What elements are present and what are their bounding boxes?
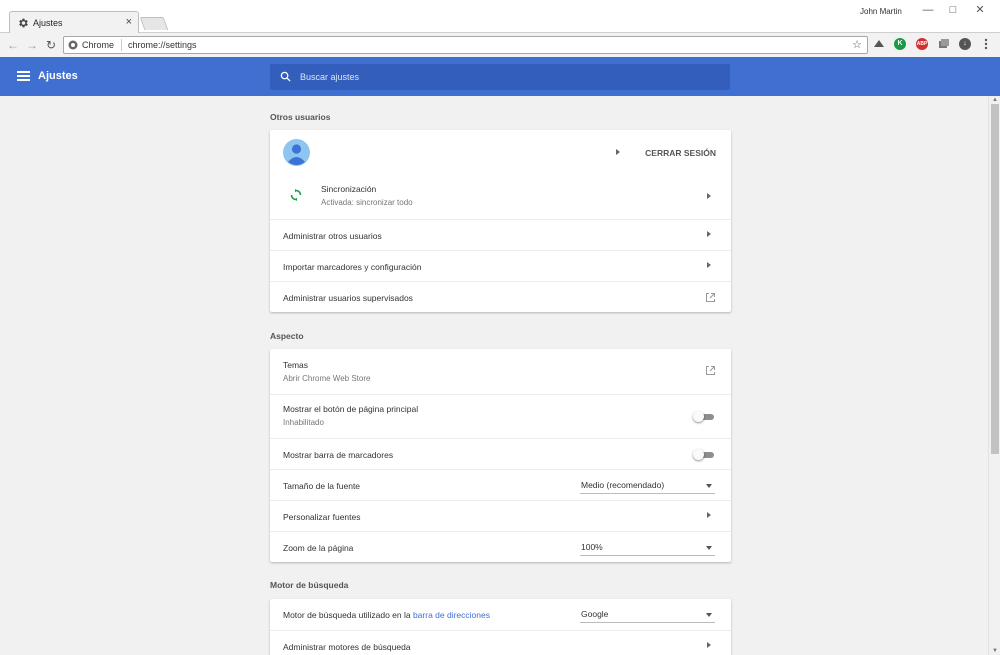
tab-ajustes[interactable]: Ajustes × <box>9 11 139 34</box>
settings-content: Otros usuarios CERRAR SESIÓN Sincronizac… <box>0 96 988 655</box>
scroll-down-icon[interactable]: ▼ <box>992 648 998 654</box>
import-bookmarks-label: Importar marcadores y configuración <box>283 262 422 272</box>
themes-row[interactable]: Temas Abrir Chrome Web Store <box>270 349 731 394</box>
search-engine-value: Google <box>581 609 609 619</box>
sync-row[interactable]: Sincronización Activada: sincronizar tod… <box>270 174 731 219</box>
forward-button[interactable]: → <box>24 36 40 54</box>
sign-out-button[interactable]: CERRAR SESIÓN <box>645 148 716 158</box>
new-tab-button[interactable] <box>139 17 169 30</box>
url-text[interactable]: chrome://settings <box>128 40 197 50</box>
bookmark-star-icon[interactable]: ☆ <box>852 38 862 51</box>
card-otros-usuarios: CERRAR SESIÓN Sincronización Activada: s… <box>270 130 731 312</box>
manage-users-label: Administrar otros usuarios <box>283 231 382 241</box>
home-button-row: Mostrar el botón de página principal Inh… <box>270 394 731 438</box>
search-engine-label: Motor de búsqueda utilizado en la barra … <box>283 610 490 620</box>
search-input[interactable] <box>300 68 720 86</box>
avatar[interactable] <box>283 139 310 166</box>
manage-engines-row[interactable]: Administrar motores de búsqueda <box>270 630 731 655</box>
zoom-value: 100% <box>581 542 603 552</box>
chevron-right-icon <box>707 262 711 268</box>
search-engine-row: Motor de búsqueda utilizado en la barra … <box>270 599 731 630</box>
download-extension-icon[interactable]: ↓ <box>959 38 971 50</box>
tab-title: Ajustes <box>33 18 63 28</box>
scheme-label: Chrome <box>82 40 115 50</box>
settings-header: Ajustes <box>0 57 1000 96</box>
font-size-select[interactable]: Medio (recomendado) <box>580 478 715 494</box>
manage-users-row[interactable]: Administrar otros usuarios <box>270 219 731 250</box>
chrome-page-icon <box>68 40 78 50</box>
dropdown-caret-icon <box>706 613 712 617</box>
close-window-button[interactable]: ✕ <box>970 2 990 18</box>
page-title: Ajustes <box>38 70 78 82</box>
reload-button[interactable]: ↻ <box>43 36 59 54</box>
import-bookmarks-row[interactable]: Importar marcadores y configuración <box>270 250 731 281</box>
supervised-users-label: Administrar usuarios supervisados <box>283 293 413 303</box>
font-size-value: Medio (recomendado) <box>581 480 665 490</box>
minimize-button[interactable]: — <box>918 2 938 18</box>
address-bar[interactable]: Chrome chrome://settings ☆ <box>63 36 868 54</box>
sync-status: Activada: sincronizar todo <box>321 198 413 207</box>
manage-engines-label: Administrar motores de búsqueda <box>283 642 411 652</box>
page-scrollbar[interactable]: ▲ ▼ <box>988 96 1000 655</box>
card-aspecto: Temas Abrir Chrome Web Store Mostrar el … <box>270 349 731 562</box>
chevron-right-icon <box>707 642 711 648</box>
profile-name[interactable]: John Martin <box>860 7 902 16</box>
home-button-sub: Inhabilitado <box>283 418 324 427</box>
section-title-otros-usuarios: Otros usuarios <box>270 112 331 122</box>
scrollbar-thumb[interactable] <box>991 104 999 454</box>
cast-extension-icon[interactable] <box>873 38 885 50</box>
settings-search[interactable] <box>270 64 730 90</box>
maximize-button[interactable]: □ <box>943 2 963 18</box>
home-button-toggle[interactable] <box>693 411 715 422</box>
bookmarks-bar-row: Mostrar barra de marcadores <box>270 438 731 469</box>
profile-expand-arrow-icon[interactable] <box>616 149 620 155</box>
search-icon <box>280 71 291 82</box>
omnibox-separator <box>121 39 122 51</box>
back-button[interactable]: ← <box>5 36 21 54</box>
bookmarks-bar-label: Mostrar barra de marcadores <box>283 450 394 460</box>
home-button-label: Mostrar el botón de página principal <box>283 404 419 414</box>
hamburger-menu-icon[interactable] <box>17 71 30 81</box>
zoom-row: Zoom de la página 100% <box>270 531 731 562</box>
tab-close-icon[interactable]: × <box>126 16 132 28</box>
profile-row: CERRAR SESIÓN <box>270 130 731 174</box>
adblock-plus-icon[interactable]: ABP <box>916 38 928 50</box>
section-title-aspecto: Aspecto <box>270 331 304 341</box>
dropdown-caret-icon <box>706 546 712 550</box>
address-bar-link[interactable]: barra de direcciones <box>413 610 490 620</box>
search-engine-label-text: Motor de búsqueda utilizado en la <box>283 610 413 620</box>
customize-fonts-label: Personalizar fuentes <box>283 512 361 522</box>
chevron-right-icon <box>707 231 711 237</box>
zoom-select[interactable]: 100% <box>580 540 715 556</box>
open-in-new-icon[interactable] <box>705 292 716 303</box>
windows-extension-icon[interactable] <box>938 38 950 50</box>
title-bar: Ajustes × John Martin — □ ✕ <box>0 0 1000 34</box>
sync-label: Sincronización <box>321 184 377 194</box>
dropdown-caret-icon <box>706 484 712 488</box>
card-motor-busqueda: Motor de búsqueda utilizado en la barra … <box>270 599 731 655</box>
themes-label: Temas <box>283 360 309 370</box>
scroll-up-icon[interactable]: ▲ <box>992 97 998 103</box>
search-engine-select[interactable]: Google <box>580 607 715 623</box>
themes-sub: Abrir Chrome Web Store <box>283 374 371 383</box>
font-size-row: Tamaño de la fuente Medio (recomendado) <box>270 469 731 500</box>
chrome-menu-icon[interactable] <box>982 38 990 50</box>
gear-icon <box>19 18 28 28</box>
browser-toolbar: ← → ↻ Chrome chrome://settings ☆ K ABP ↓ <box>0 33 1000 57</box>
font-size-label: Tamaño de la fuente <box>283 481 361 491</box>
zoom-label: Zoom de la página <box>283 543 354 553</box>
section-title-motor-busqueda: Motor de búsqueda <box>270 580 349 590</box>
k-extension-icon[interactable]: K <box>894 38 906 50</box>
chevron-right-icon <box>707 193 711 199</box>
supervised-users-row[interactable]: Administrar usuarios supervisados <box>270 281 731 312</box>
sync-icon <box>290 189 302 201</box>
open-in-new-icon[interactable] <box>705 365 716 376</box>
chevron-right-icon <box>707 512 711 518</box>
customize-fonts-row[interactable]: Personalizar fuentes <box>270 500 731 531</box>
bookmarks-bar-toggle[interactable] <box>693 449 715 460</box>
